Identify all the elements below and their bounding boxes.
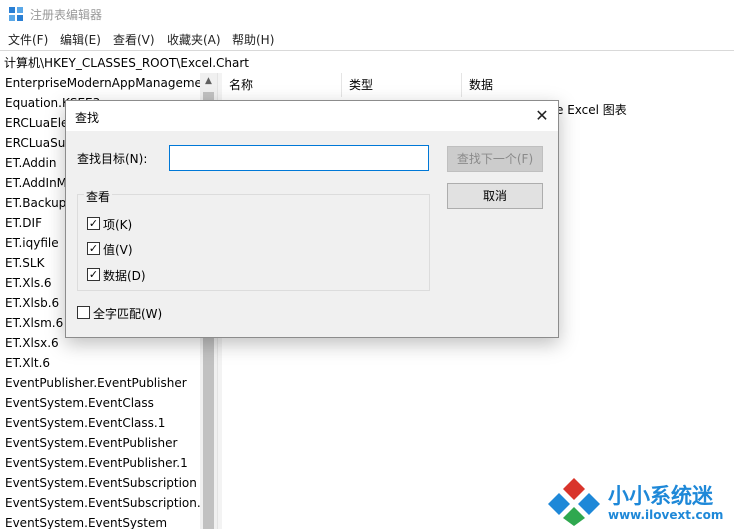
dialog-title: 查找 [75, 111, 100, 125]
find-next-button[interactable]: 查找下一个(F) [447, 146, 543, 172]
window-title: 注册表编辑器 [30, 8, 103, 22]
menu-favorites[interactable]: 收藏夹(A) [167, 31, 221, 48]
tree-item[interactable]: EnterpriseModernAppManageme [5, 73, 200, 93]
registry-editor-icon [9, 7, 23, 21]
checkbox-data[interactable]: ✓ [87, 268, 100, 281]
column-type[interactable]: 类型 [342, 73, 462, 97]
cancel-button[interactable]: 取消 [447, 183, 543, 209]
column-data[interactable]: 数据 [462, 73, 734, 97]
option-data-label: 数据(D) [103, 269, 146, 283]
menu-bar: 文件(F) 编辑(E) 查看(V) 收藏夹(A) 帮助(H) [0, 28, 734, 50]
option-match-whole-label: 全字匹配(W) [93, 307, 163, 321]
watermark-name: 小小系统迷 [608, 484, 713, 508]
close-icon[interactable]: ✕ [528, 103, 556, 129]
find-what-label: 查找目标(N): [77, 152, 148, 166]
menu-help[interactable]: 帮助(H) [232, 31, 274, 48]
dialog-title-bar: 查找 ✕ [66, 101, 558, 131]
tree-item[interactable]: EventPublisher.EventPublisher [5, 373, 200, 393]
value-data: e Excel 图表 [556, 103, 627, 117]
checkbox-keys[interactable]: ✓ [87, 217, 100, 230]
tree-item[interactable]: ET.Xlt.6 [5, 353, 200, 373]
menu-view[interactable]: 查看(V) [113, 31, 155, 48]
tree-item[interactable]: EventSystem.EventClass.1 [5, 413, 200, 433]
tree-item[interactable]: EventSystem.EventSystem [5, 513, 200, 529]
menu-edit[interactable]: 编辑(E) [60, 31, 101, 48]
scroll-up-icon[interactable]: ▲ [200, 73, 217, 90]
menu-file[interactable]: 文件(F) [8, 31, 48, 48]
tree-item[interactable]: EventSystem.EventClass [5, 393, 200, 413]
look-at-label: 查看 [84, 188, 113, 205]
checkbox-match-whole[interactable] [77, 306, 90, 319]
address-bar[interactable]: 计算机\HKEY_CLASSES_ROOT\Excel.Chart [0, 50, 734, 74]
tree-item[interactable]: EventSystem.EventSubscription.1 [5, 493, 200, 513]
watermark: 小小系统迷 www.ilovext.com [545, 474, 734, 529]
option-keys-label: 项(K) [103, 218, 133, 232]
find-what-input[interactable] [169, 145, 429, 171]
watermark-url: www.ilovext.com [608, 508, 724, 522]
tree-item[interactable]: EventSystem.EventPublisher [5, 433, 200, 453]
column-name[interactable]: 名称 [222, 73, 342, 97]
address-path: 计算机\HKEY_CLASSES_ROOT\Excel.Chart [4, 56, 250, 70]
watermark-logo-icon [548, 478, 600, 526]
checkbox-values[interactable]: ✓ [87, 242, 100, 255]
values-header: 名称 类型 数据 [222, 73, 734, 97]
option-values-label: 值(V) [103, 243, 133, 257]
tree-item[interactable]: EventSystem.EventSubscription [5, 473, 200, 493]
find-dialog: 查找 ✕ 查找目标(N): 查找下一个(F) 取消 查看 ✓ 项(K) ✓ 值(… [65, 100, 559, 338]
tree-item[interactable]: EventSystem.EventPublisher.1 [5, 453, 200, 473]
title-bar: 注册表编辑器 [0, 0, 734, 28]
